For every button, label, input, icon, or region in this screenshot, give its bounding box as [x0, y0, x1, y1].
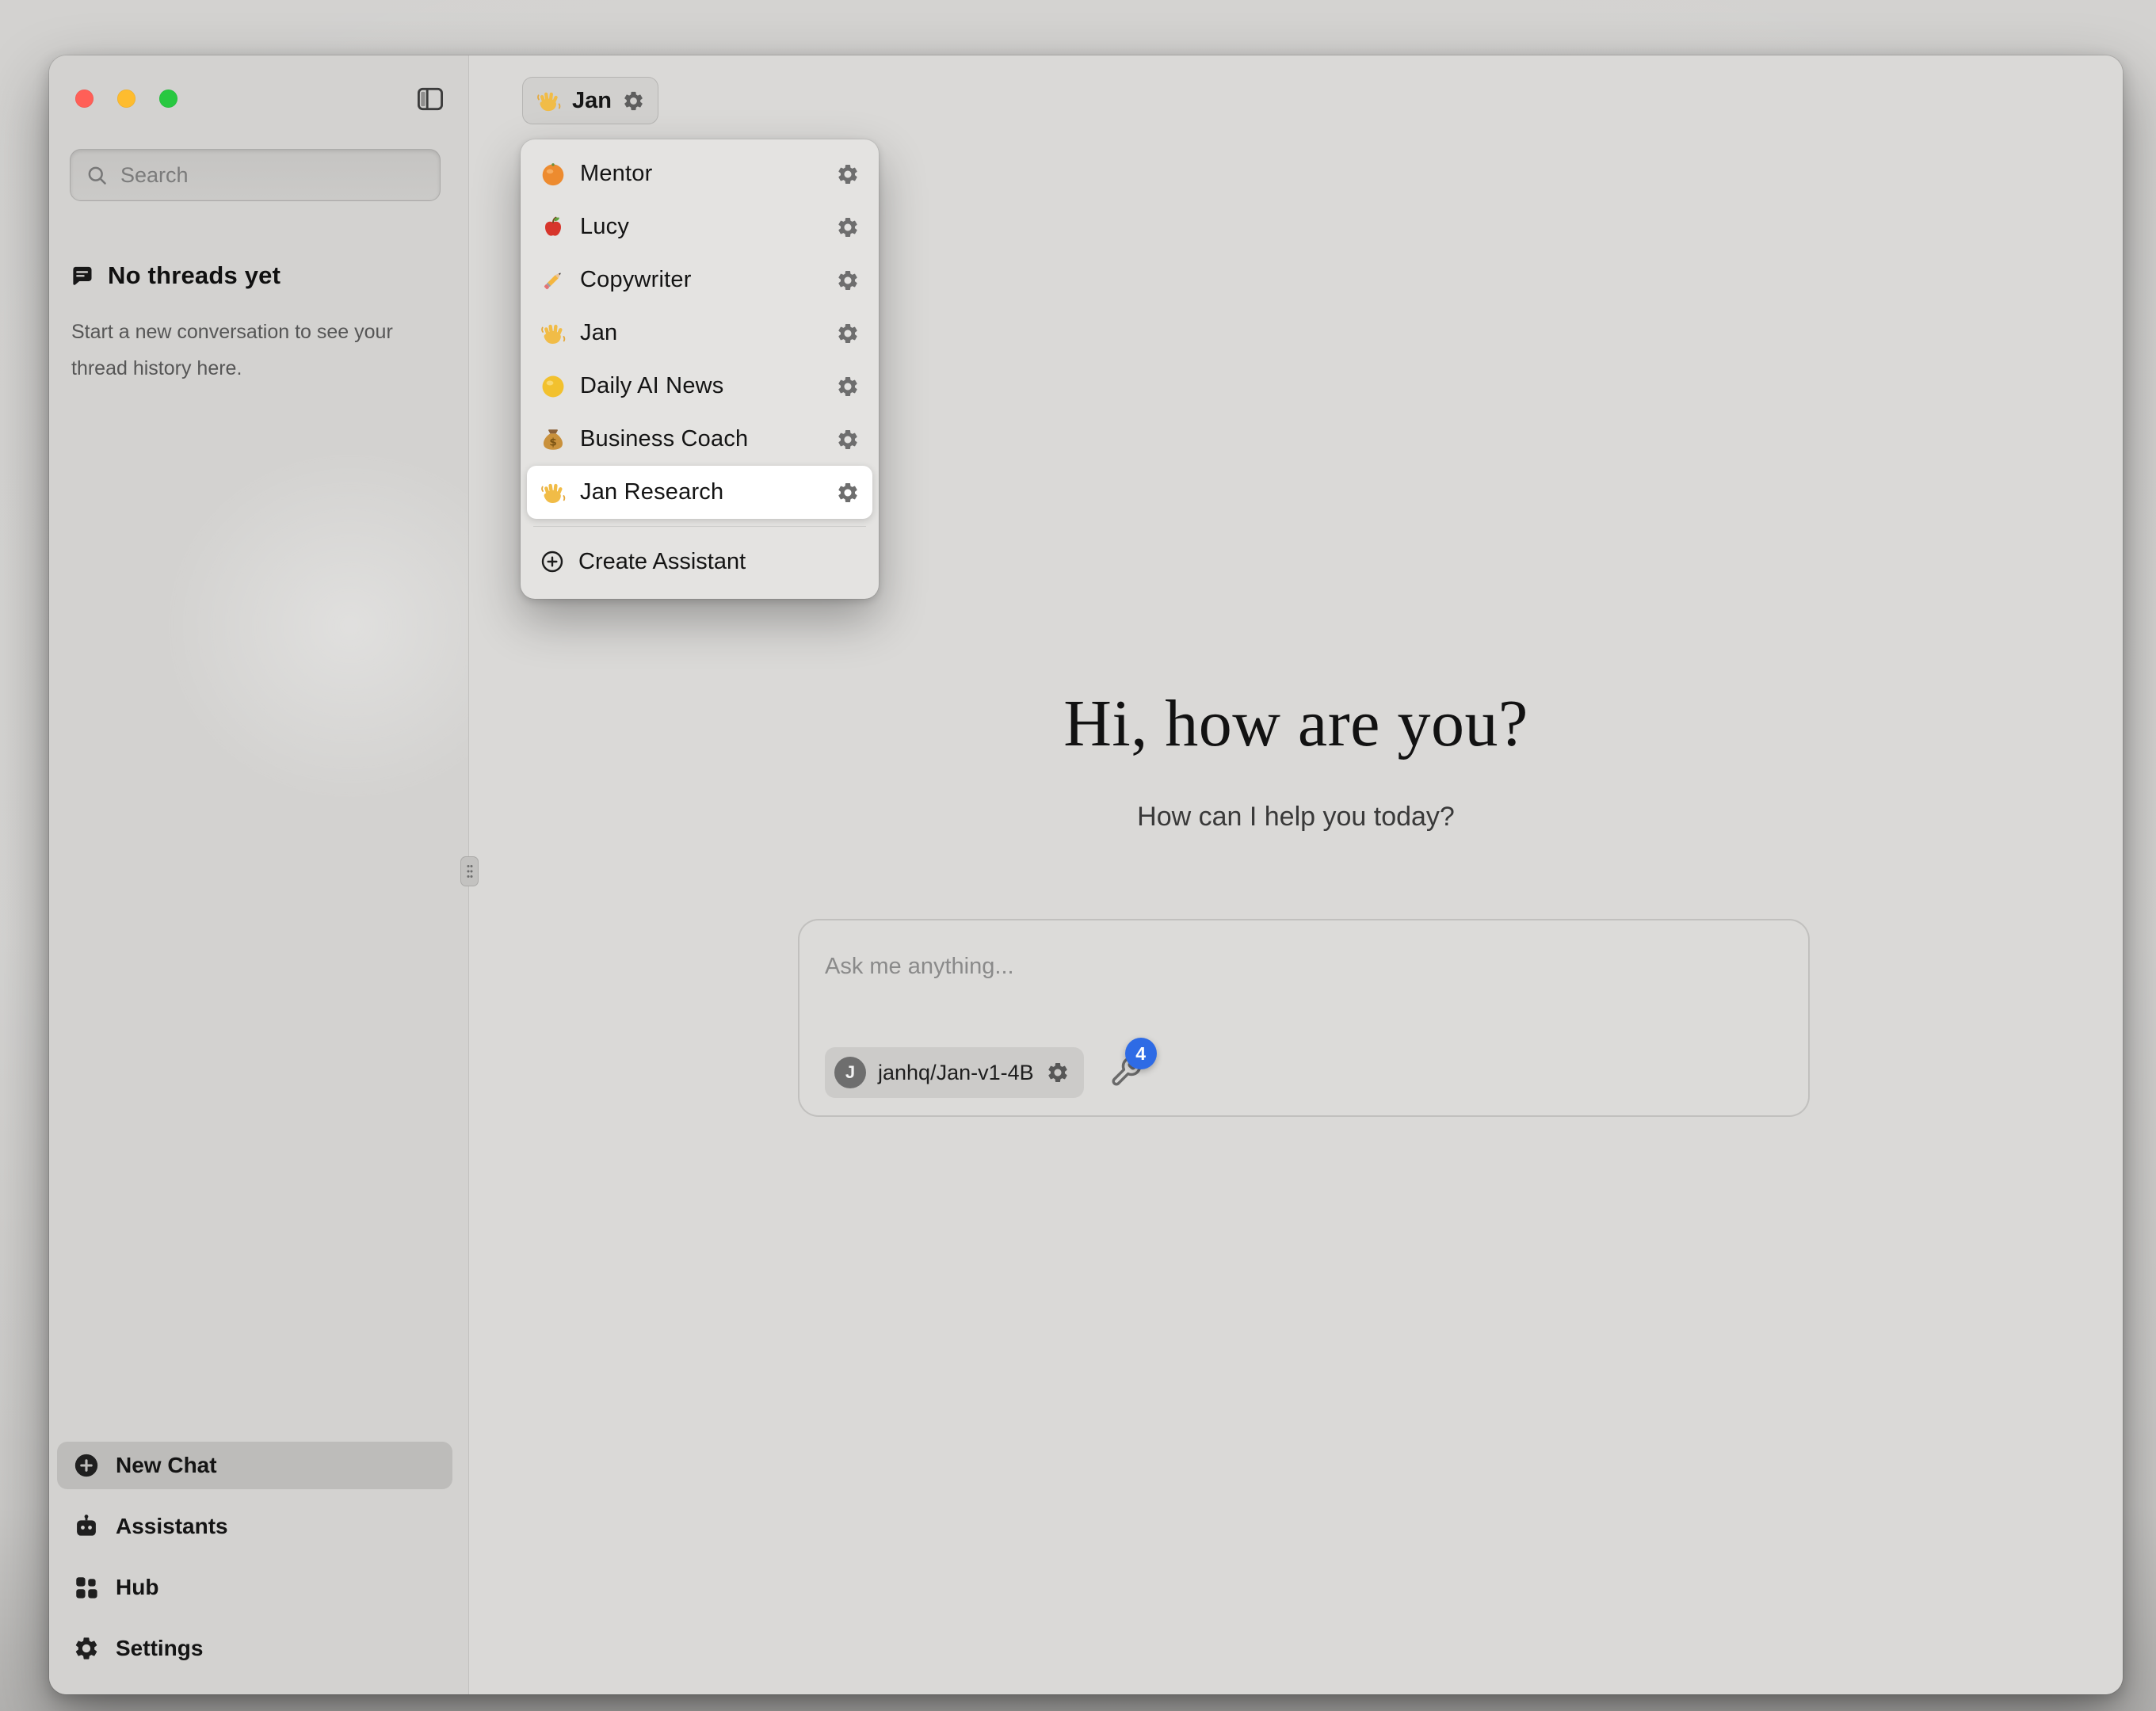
sidebar-nav: New Chat Assistants Hub Settings	[57, 1442, 452, 1672]
close-window-button[interactable]	[75, 90, 93, 108]
greeting-title: Hi, how are you?	[469, 686, 2123, 762]
gear-icon[interactable]	[836, 162, 860, 186]
gear-icon[interactable]	[836, 269, 860, 292]
assistant-menu-item-business-coach[interactable]: Business Coach	[527, 413, 872, 466]
assistant-selector[interactable]: Jan	[522, 77, 658, 124]
sidebar-item-label: Hub	[116, 1575, 158, 1600]
assistant-menu-item-daily-ai-news[interactable]: Daily AI News	[527, 360, 872, 413]
apple-icon	[540, 214, 567, 241]
sidebar-resize-handle[interactable]	[460, 856, 479, 886]
empty-state-title: No threads yet	[108, 261, 280, 290]
menu-divider	[533, 526, 866, 527]
chat-bubble-icon	[70, 264, 94, 288]
assistant-menu-item-jan-research[interactable]: Jan Research	[527, 466, 872, 519]
sidebar-item-settings[interactable]: Settings	[57, 1625, 452, 1672]
assistant-menu-item-label: Jan Research	[580, 479, 822, 505]
plus-circle-icon	[73, 1452, 100, 1479]
gear-icon[interactable]	[836, 428, 860, 452]
search-icon	[85, 163, 109, 187]
gear-icon[interactable]	[836, 481, 860, 505]
sidebar-item-label: Assistants	[116, 1514, 228, 1539]
orange-circle-icon	[540, 161, 567, 188]
plus-circle-outline-icon	[540, 549, 565, 574]
wave-hand-icon	[540, 479, 567, 506]
sidebar-toggle-icon[interactable]	[415, 84, 445, 114]
assistant-menu-item-label: Lucy	[580, 214, 822, 240]
chat-input[interactable]	[825, 947, 1783, 985]
search-bar[interactable]	[70, 149, 441, 201]
wave-hand-icon	[536, 88, 562, 114]
greeting-subtitle: How can I help you today?	[469, 802, 2123, 833]
sidebar: No threads yet Start a new conversation …	[49, 55, 469, 1694]
model-selector[interactable]: J janhq/Jan-v1-4B	[825, 1047, 1084, 1098]
gear-icon[interactable]	[836, 215, 860, 239]
sidebar-item-hub[interactable]: Hub	[57, 1564, 452, 1611]
create-assistant-button[interactable]: Create Assistant	[527, 534, 872, 589]
greeting: Hi, how are you? How can I help you toda…	[469, 686, 2123, 833]
gear-icon[interactable]	[836, 322, 860, 345]
sidebar-item-label: Settings	[116, 1636, 203, 1661]
sidebar-item-assistants[interactable]: Assistants	[57, 1503, 452, 1550]
composer-toolbar: J janhq/Jan-v1-4B 4	[825, 1047, 1144, 1098]
sidebar-item-new-chat[interactable]: New Chat	[57, 1442, 452, 1489]
tools-button[interactable]: 4	[1109, 1055, 1144, 1090]
chat-composer[interactable]: J janhq/Jan-v1-4B 4	[798, 919, 1810, 1117]
minimize-window-button[interactable]	[117, 90, 135, 108]
assistants-icon	[73, 1513, 100, 1540]
gear-icon[interactable]	[622, 90, 645, 112]
assistant-menu-item-lucy[interactable]: Lucy	[527, 200, 872, 253]
yellow-circle-icon	[540, 373, 567, 400]
hub-grid-icon	[73, 1574, 100, 1601]
app-window: No threads yet Start a new conversation …	[49, 55, 2123, 1694]
assistant-menu-item-label: Copywriter	[580, 267, 822, 293]
gear-icon[interactable]	[836, 375, 860, 398]
empty-state-description: Start a new conversation to see your thr…	[71, 314, 418, 387]
pencil-icon	[540, 267, 567, 294]
money-bag-icon	[540, 426, 567, 453]
assistant-menu-item-jan[interactable]: Jan	[527, 307, 872, 360]
assistant-dropdown-menu: Mentor Lucy Copywriter	[521, 139, 879, 599]
zoom-window-button[interactable]	[159, 90, 177, 108]
assistant-menu-item-label: Daily AI News	[580, 373, 822, 399]
drag-dots-icon	[465, 863, 475, 880]
gear-icon	[73, 1635, 100, 1662]
assistant-menu-item-mentor[interactable]: Mentor	[527, 147, 872, 200]
model-name: janhq/Jan-v1-4B	[878, 1061, 1034, 1085]
window-controls	[75, 90, 177, 108]
empty-threads-state: No threads yet Start a new conversation …	[70, 261, 418, 387]
assistant-menu-item-copywriter[interactable]: Copywriter	[527, 253, 872, 307]
wave-hand-icon	[540, 320, 567, 347]
assistant-selector-label: Jan	[572, 88, 612, 114]
main-area: Jan Mentor Lucy	[469, 55, 2123, 1694]
model-avatar: J	[834, 1057, 866, 1088]
gear-icon[interactable]	[1046, 1061, 1070, 1084]
search-input[interactable]	[120, 163, 425, 188]
create-assistant-label: Create Assistant	[578, 549, 746, 575]
sidebar-item-label: New Chat	[116, 1453, 217, 1478]
assistant-menu-item-label: Mentor	[580, 161, 822, 187]
assistant-menu-item-label: Business Coach	[580, 426, 822, 452]
assistant-menu-item-label: Jan	[580, 320, 822, 346]
tools-count-badge: 4	[1125, 1038, 1157, 1069]
